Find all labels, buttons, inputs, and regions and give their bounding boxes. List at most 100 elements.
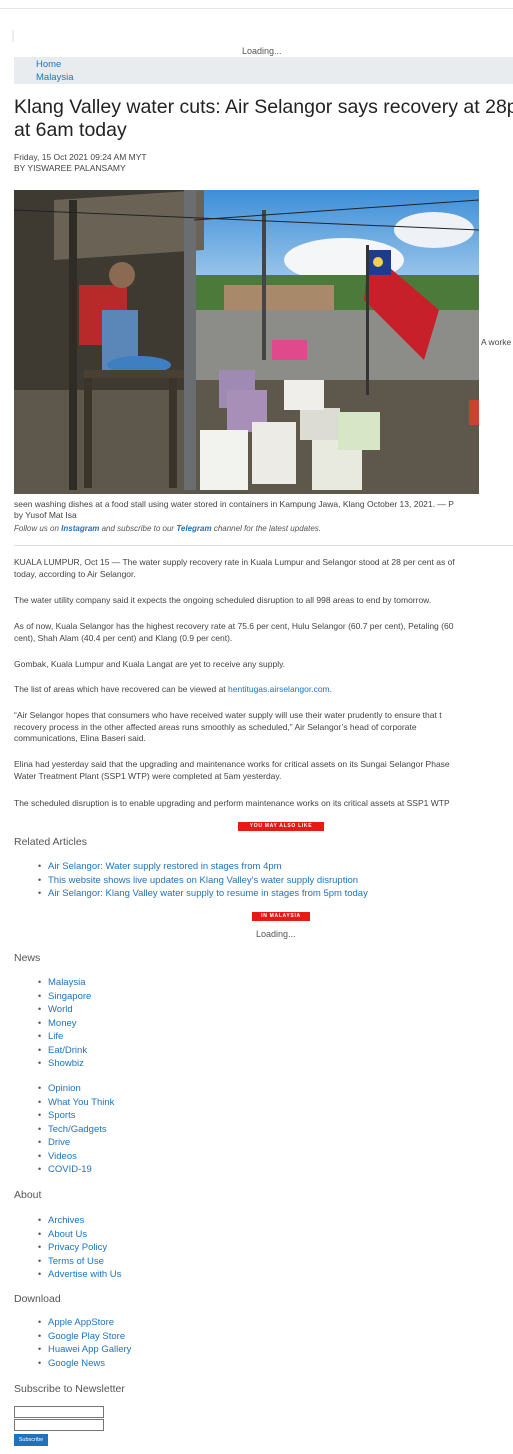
news-links-group-2: Opinion What You Think Sports Tech/Gadge… (38, 1082, 114, 1177)
in-malaysia-badge: IN MALAYSIA (252, 912, 310, 921)
related-article-link[interactable]: Air Selangor: Klang Valley water supply … (48, 888, 368, 899)
article-photo (14, 190, 479, 494)
paragraph-line: The water utility company said it expect… (14, 595, 432, 605)
list-item: Air Selangor: Klang Valley water supply … (38, 887, 368, 901)
footer-link-about-us[interactable]: About Us (48, 1229, 87, 1240)
list-item: Singapore (38, 990, 91, 1004)
list-item: Google News (38, 1357, 131, 1371)
footer-link-advertise[interactable]: Advertise with Us (48, 1269, 121, 1280)
related-articles-title: Related Articles (14, 836, 87, 848)
footer-link-what-you-think[interactable]: What You Think (48, 1097, 114, 1108)
instagram-link[interactable]: Instagram (61, 524, 99, 533)
list-item: Huawei App Gallery (38, 1343, 131, 1357)
article-paragraph: The list of areas which have recovered c… (14, 684, 513, 696)
article-paragraph: Gombak, Kuala Lumpur and Kuala Langat ar… (14, 659, 513, 671)
list-item: World (38, 1003, 91, 1017)
footer-link-showbiz[interactable]: Showbiz (48, 1058, 84, 1069)
list-item: Sports (38, 1109, 114, 1123)
food-stall-photo (14, 190, 479, 494)
footer-link-money[interactable]: Money (48, 1018, 77, 1029)
article-paragraph: Elina had yesterday said that the upgrad… (14, 759, 513, 782)
footer-link-opinion[interactable]: Opinion (48, 1083, 81, 1094)
footer-link-eat-drink[interactable]: Eat/Drink (48, 1045, 87, 1056)
news-links-group-1: Malaysia Singapore World Money Life Eat/… (38, 976, 91, 1071)
footer-link-archives[interactable]: Archives (48, 1215, 84, 1226)
list-item: What You Think (38, 1096, 114, 1110)
breadcrumb-malaysia-link[interactable]: Malaysia (36, 71, 513, 84)
article-title-line2: at 6am today (14, 119, 127, 141)
article-meta: Friday, 15 Oct 2021 09:24 AM MYT BY YISW… (14, 152, 147, 174)
article-date: Friday, 15 Oct 2021 09:24 AM MYT (14, 152, 147, 162)
paragraph-line: recovery process in the other affected a… (14, 721, 417, 732)
related-articles-list: Air Selangor: Water supply restored in s… (38, 860, 368, 901)
about-section-title: About (14, 1189, 42, 1201)
footer-link-privacy-policy[interactable]: Privacy Policy (48, 1242, 107, 1253)
photo-credit: by Yusof Mat Isa (14, 510, 77, 520)
list-item: Advertise with Us (38, 1268, 121, 1282)
article-title: Klang Valley water cuts: Air Selangor sa… (14, 96, 513, 142)
article-divider (14, 545, 513, 546)
paragraph-line: The scheduled disruption is to enable up… (14, 798, 450, 808)
follow-mid: and subscribe to our (99, 524, 177, 533)
follow-post: channel for the latest updates. (211, 524, 321, 533)
footer-link-videos[interactable]: Videos (48, 1151, 77, 1162)
list-item: Tech/Gadgets (38, 1123, 114, 1137)
related-article-link[interactable]: This website shows live updates on Klang… (48, 875, 358, 886)
list-item: Opinion (38, 1082, 114, 1096)
list-item: COVID-19 (38, 1163, 114, 1177)
photo-caption: seen washing dishes at a food stall usin… (14, 499, 513, 521)
list-item: This website shows live updates on Klang… (38, 874, 368, 888)
list-item: Money (38, 1017, 91, 1031)
download-links: Apple AppStore Google Play Store Huawei … (38, 1316, 131, 1370)
list-item: Privacy Policy (38, 1241, 121, 1255)
article-paragraph: The scheduled disruption is to enable up… (14, 798, 513, 810)
related-article-link[interactable]: Air Selangor: Water supply restored in s… (48, 861, 282, 872)
list-item: Showbiz (38, 1057, 91, 1071)
list-item: Google Play Store (38, 1330, 131, 1344)
photo-caption-line1: seen washing dishes at a food stall usin… (14, 499, 454, 509)
footer-link-singapore[interactable]: Singapore (48, 991, 91, 1002)
newsletter-name-input[interactable] (14, 1406, 104, 1418)
about-links: Archives About Us Privacy Policy Terms o… (38, 1214, 121, 1282)
telegram-link[interactable]: Telegram (176, 524, 211, 533)
breadcrumb-home-link[interactable]: Home (36, 58, 513, 71)
hentitugas-link[interactable]: hentitugas.airselangor.com (228, 684, 330, 694)
footer-link-tech-gadgets[interactable]: Tech/Gadgets (48, 1124, 107, 1135)
paragraph-line: “Air Selangor hopes that consumers who h… (14, 710, 442, 720)
paragraph-line: Gombak, Kuala Lumpur and Kuala Langat ar… (14, 659, 286, 669)
article-paragraph: As of now, Kuala Selangor has the highes… (14, 621, 513, 644)
footer-link-terms-of-use[interactable]: Terms of Use (48, 1256, 104, 1267)
paragraph-line: communications, Elina Baseri said. (14, 733, 146, 743)
footer-link-apple-appstore[interactable]: Apple AppStore (48, 1317, 114, 1328)
list-item: About Us (38, 1228, 121, 1242)
footer-link-world[interactable]: World (48, 1004, 73, 1015)
list-item: Terms of Use (38, 1255, 121, 1269)
list-item: Air Selangor: Water supply restored in s… (38, 860, 368, 874)
footer-link-sports[interactable]: Sports (48, 1110, 75, 1121)
subscribe-button[interactable]: Subscribe (14, 1434, 48, 1446)
article-paragraph: KUALA LUMPUR, Oct 15 — The water supply … (14, 557, 513, 580)
footer-link-drive[interactable]: Drive (48, 1137, 70, 1148)
list-item: Videos (38, 1150, 114, 1164)
loading-indicator: Loading... (242, 46, 282, 56)
list-item: Apple AppStore (38, 1316, 131, 1330)
download-section-title: Download (14, 1293, 61, 1305)
article-title-line1: Klang Valley water cuts: Air Selangor sa… (14, 96, 513, 118)
paragraph-line: KUALA LUMPUR, Oct 15 — The water supply … (14, 557, 455, 567)
list-item: Drive (38, 1136, 114, 1150)
footer-link-google-news[interactable]: Google News (48, 1358, 105, 1369)
footer-link-huawei-gallery[interactable]: Huawei App Gallery (48, 1344, 131, 1355)
follow-pre: Follow us on (14, 524, 62, 533)
article-byline: BY YISWAREE PALANSAMY (14, 163, 126, 173)
news-section-title: News (14, 952, 41, 964)
paragraph-line: Elina had yesterday said that the upgrad… (14, 759, 450, 769)
you-may-also-like-badge: YOU MAY ALSO LIKE (238, 822, 324, 831)
paragraph-line: Water Treatment Plant (SSP1 WTP) were co… (14, 770, 282, 781)
newsletter-title: Subscribe to Newsletter (14, 1383, 125, 1395)
footer-link-life[interactable]: Life (48, 1031, 63, 1042)
paragraph-line: today, according to Air Selangor. (14, 568, 136, 579)
footer-link-covid-19[interactable]: COVID-19 (48, 1164, 92, 1175)
footer-link-google-play[interactable]: Google Play Store (48, 1331, 125, 1342)
newsletter-email-input[interactable] (14, 1419, 104, 1431)
footer-link-malaysia[interactable]: Malaysia (48, 977, 86, 988)
